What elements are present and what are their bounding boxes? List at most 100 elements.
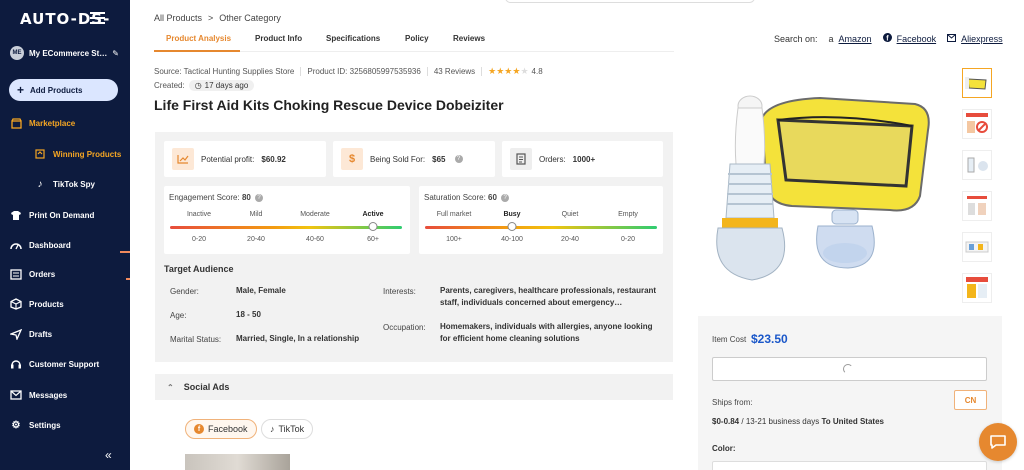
breadcrumb-current[interactable]: Other Category xyxy=(219,13,281,23)
thumbnail-6[interactable] xyxy=(962,273,992,303)
breadcrumb-all-products[interactable]: All Products xyxy=(154,13,202,23)
sidebar-item-label: Messages xyxy=(29,390,68,400)
sidebar-item-drafts[interactable]: Drafts xyxy=(10,328,52,340)
occupation-value-line-2: for efficient home cleaning solutions xyxy=(440,334,580,343)
dollar-icon: $ xyxy=(341,148,363,170)
ad-video-thumbnail[interactable] xyxy=(185,454,290,470)
add-products-button[interactable]: + Add Products xyxy=(9,79,118,101)
gear-icon: ⚙ xyxy=(11,419,21,431)
plus-icon: + xyxy=(17,83,25,97)
profit-label: Potential profit: xyxy=(201,154,255,164)
sidebar-item-print-on-demand[interactable]: Print On Demand xyxy=(10,209,94,221)
occupation-label: Occupation: xyxy=(383,323,426,332)
tab-bar: Product Analysis Product Info Specificat… xyxy=(154,30,674,52)
tab-specifications[interactable]: Specifications xyxy=(326,34,380,43)
top-search-input[interactable] xyxy=(505,0,755,3)
aliexpress-link[interactable]: Aliexpress xyxy=(961,34,1003,44)
item-cost-label: Item Cost xyxy=(712,335,747,344)
orders-card: Orders: 1000+ xyxy=(502,141,663,177)
sidebar-item-marketplace[interactable]: Marketplace xyxy=(10,117,75,129)
edit-icon[interactable]: ✎ xyxy=(112,49,119,58)
sold-label: Being Sold For: xyxy=(370,154,426,164)
thumbnail-1[interactable] xyxy=(962,68,992,98)
gender-label: Gender: xyxy=(170,287,199,296)
shirt-icon xyxy=(10,209,22,221)
profit-value: $60.92 xyxy=(261,154,286,164)
reviews-count[interactable]: 43 Reviews xyxy=(434,67,475,76)
sidebar-item-winning-products[interactable]: Winning Products xyxy=(34,148,121,160)
engagement-level-inactive: Inactive xyxy=(186,211,212,218)
sidebar-item-settings[interactable]: ⚙ Settings xyxy=(10,419,61,431)
divider xyxy=(426,67,428,76)
sidebar-item-label: Orders xyxy=(29,269,56,279)
sidebar-item-label: Winning Products xyxy=(53,149,122,159)
scroll-marker xyxy=(120,251,130,253)
saturation-score-card: Saturation Score: 60 ? Full market Busy … xyxy=(419,186,663,254)
saturation-level-empty: Empty xyxy=(618,211,638,218)
mail-icon xyxy=(10,389,22,401)
thumbnail-4[interactable] xyxy=(962,191,992,221)
breadcrumb: All Products > Other Category xyxy=(154,13,281,23)
thumbnail-3[interactable] xyxy=(962,150,992,180)
store-avatar: ME xyxy=(10,46,24,60)
chart-icon xyxy=(172,148,194,170)
orders-value: 1000+ xyxy=(572,154,596,164)
engagement-knob xyxy=(368,222,378,231)
divider xyxy=(481,67,483,76)
search-on-links: Search on: a Amazon f Facebook Aliexpres… xyxy=(774,33,1003,44)
product-main-image[interactable] xyxy=(700,68,940,298)
engagement-range: 40-60 xyxy=(306,236,324,243)
tab-policy[interactable]: Policy xyxy=(405,34,429,43)
shipping-destination: To United States xyxy=(821,417,884,426)
social-ads-header[interactable]: ⌃ Social Ads xyxy=(155,374,673,400)
amazon-link[interactable]: Amazon xyxy=(839,34,872,44)
thumbnail-5[interactable] xyxy=(962,232,992,262)
saturation-score: 60 xyxy=(488,193,497,202)
menu-icon[interactable] xyxy=(90,12,105,24)
tab-product-analysis[interactable]: Product Analysis xyxy=(166,34,231,43)
purchase-panel: Item Cost $23.50 Ships from: CN $0-0.84 … xyxy=(698,316,1002,470)
store-selector[interactable]: ME My ECommerce St… ✎ xyxy=(10,46,119,60)
sidebar-item-products[interactable]: Products xyxy=(10,298,64,310)
info-icon[interactable]: ? xyxy=(255,193,264,202)
saturation-bar xyxy=(425,226,657,229)
store-select-input[interactable] xyxy=(712,357,987,381)
color-select[interactable] xyxy=(712,461,987,470)
sidebar-item-messages[interactable]: Messages xyxy=(10,389,67,401)
age-label: Age: xyxy=(170,311,187,320)
sidebar: AUTO-DS- ME My ECommerce St… ✎ + Add Pro… xyxy=(0,0,130,470)
clock-icon: ◷ xyxy=(194,81,202,90)
sidebar-item-tiktok-spy[interactable]: ♪ TikTok Spy xyxy=(34,178,95,190)
sidebar-item-customer-support[interactable]: Customer Support xyxy=(10,358,99,370)
sidebar-item-dashboard[interactable]: Dashboard xyxy=(10,239,71,251)
engagement-level-active: Active xyxy=(362,211,384,218)
receipt-icon xyxy=(510,148,532,170)
breadcrumb-separator: > xyxy=(208,13,214,23)
engagement-level-mild: Mild xyxy=(249,211,263,218)
sidebar-item-orders[interactable]: Orders xyxy=(10,268,55,280)
facebook-link[interactable]: Facebook xyxy=(897,34,937,44)
saturation-label: Saturation Score: xyxy=(424,193,486,202)
tab-product-info[interactable]: Product Info xyxy=(255,34,302,43)
collapse-sidebar-icon[interactable]: « xyxy=(105,448,112,462)
facebook-ads-tab[interactable]: f Facebook xyxy=(185,419,257,439)
headset-icon xyxy=(10,358,22,370)
info-icon[interactable]: ? xyxy=(454,155,463,163)
orders-label: Orders: xyxy=(539,154,566,164)
info-icon[interactable]: ? xyxy=(501,193,510,202)
thumbnail-2[interactable] xyxy=(962,109,992,139)
chevron-up-icon: ⌃ xyxy=(167,382,174,392)
created-label: Created: xyxy=(154,81,185,90)
target-audience-title: Target Audience xyxy=(164,264,234,274)
sidebar-item-label: Print On Demand xyxy=(29,210,95,220)
interests-label: Interests: xyxy=(383,287,416,296)
amazon-icon: a xyxy=(828,33,834,44)
chat-support-button[interactable] xyxy=(979,423,1017,461)
image-thumbnails xyxy=(962,68,996,314)
interests-value-line-1: Parents, caregivers, healthcare professi… xyxy=(440,286,657,295)
tiktok-ads-tab[interactable]: ♪ TikTok xyxy=(261,419,314,439)
tab-reviews[interactable]: Reviews xyxy=(453,34,485,43)
store-icon xyxy=(10,117,22,129)
engagement-range: 60+ xyxy=(367,236,379,243)
ships-from-cn-button[interactable]: CN xyxy=(954,390,987,410)
